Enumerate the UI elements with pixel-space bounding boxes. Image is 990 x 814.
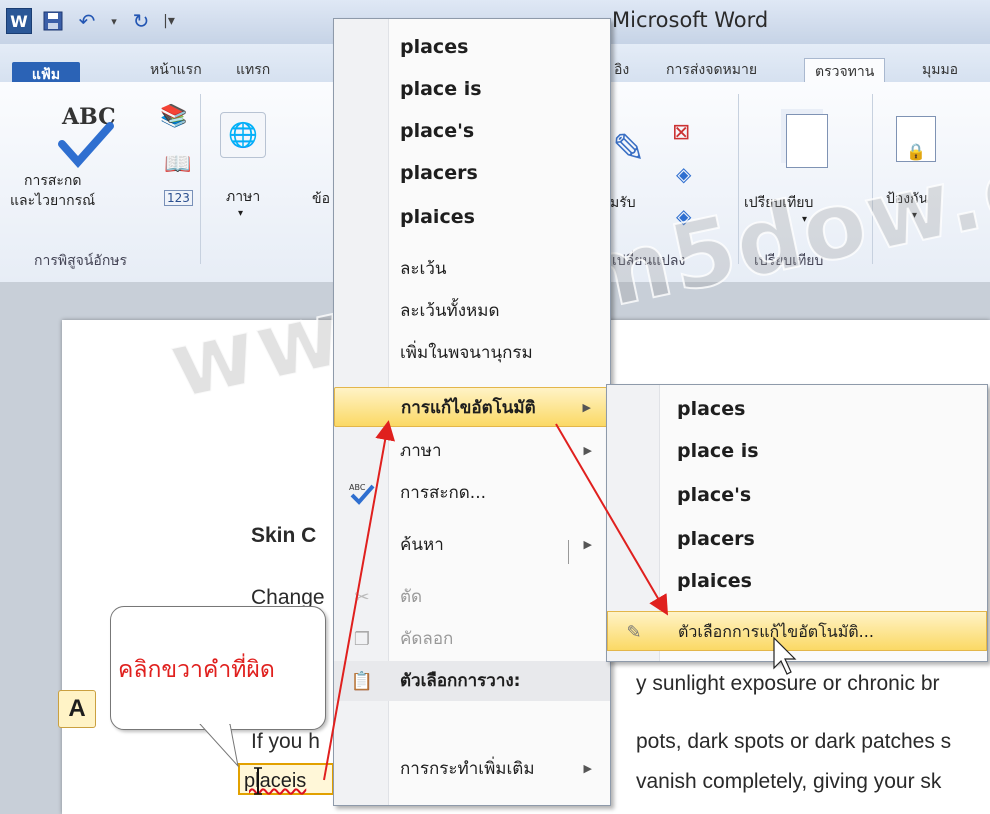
callout-text: คลิกขวาคำที่ผิด [118,657,275,683]
compare-document-icon [786,114,828,168]
abc-check-icon: ABC [58,104,116,168]
suggestion-item[interactable]: placers [334,153,610,193]
spelling-label: การสะกด... [400,483,487,503]
tab-home[interactable]: หน้าแรก [140,56,212,84]
suggestion-label: places [400,36,469,58]
tab-review[interactable]: ตรวจทาน [804,58,886,85]
ignore-all-item[interactable]: ละเว้นทั้งหมด [334,291,610,331]
paste-options-label: ตัวเลือกการวาง: [400,671,521,691]
misspelled-word[interactable]: placeis [238,763,334,795]
undo-dropdown-icon[interactable]: ▾ [108,8,120,34]
additional-actions-label: การกระทำเพิ่มเติม [400,759,535,779]
autocorrect-item[interactable]: การแก้ไขอัตโนมัติ ▶ [334,387,610,427]
word-logo-icon[interactable]: W [6,8,32,34]
autocorrect-suggestion-label: place's [677,484,752,506]
previous-change-icon[interactable]: ◈ [676,162,691,186]
callout-pointer [199,724,239,768]
paste-icon: 📋 [350,670,374,692]
additional-actions-item[interactable]: การกระทำเพิ่มเติม ▶ [334,749,610,789]
suggestion-label: plaices [400,206,475,228]
customize-qat-icon[interactable]: |▾ [162,8,176,34]
split-divider [568,540,569,564]
research-icon[interactable]: 📚 [160,104,187,129]
context-menu: places place is place's placers plaices … [333,18,611,806]
autocorrect-suggestion-item[interactable]: place is [607,431,987,471]
window-title: Microsoft Word [612,8,769,32]
document-heading: Skin C [251,524,317,547]
copy-icon: ❐ [353,628,371,650]
autocorrect-suggestion-label: place is [677,440,759,462]
globe-icon: 🌐 [220,112,266,158]
spelling-item[interactable]: ABC การสะกด... [334,473,610,513]
quick-access-toolbar: W ↶ ▾ ↻ |▾ [6,6,176,36]
track-changes-icon[interactable]: ✎ [612,126,646,172]
suggestion-item[interactable]: places [334,27,610,67]
document-text-line: y sunlight exposure or chronic br [636,672,940,695]
submenu-arrow-icon: ▶ [582,401,591,414]
ignore-item[interactable]: ละเว้น [334,249,610,289]
autocorrect-suggestion-label: plaices [677,570,752,592]
document-text-line: vanish completely, giving your sk [636,770,942,793]
suggestion-label: placers [400,162,478,184]
save-icon[interactable] [40,8,66,34]
suggestion-item[interactable]: place is [334,69,610,109]
svg-text:ABC: ABC [349,483,366,492]
suggestion-item[interactable]: place's [334,111,610,151]
document-text-line: pots, dark spots or dark patches s [636,730,952,753]
reject-icon[interactable]: ⊠ [672,120,690,145]
lookup-label: ค้นหา [400,535,444,555]
language-label: ภาษา [226,189,261,205]
suggestion-label: place is [400,78,482,100]
group-separator [200,94,201,264]
autocorrect-suggestion-item[interactable]: placers [607,519,987,559]
tab-insert[interactable]: แทรก [226,56,280,84]
proofing-group-label: การพิสูจน์อักษร [34,253,128,269]
submenu-arrow-icon: ▶ [583,538,592,551]
language-label: ภาษา [400,441,442,461]
autocorrect-suggestion-item[interactable]: plaices [607,561,987,601]
submenu-arrow-icon: ▶ [583,444,592,457]
ignore-label: ละเว้น [400,259,447,279]
cut-label: ตัด [400,587,423,607]
copy-item[interactable]: ❐ คัดลอก [334,619,610,659]
truncated-label: ข้อ [312,191,330,207]
redo-icon[interactable]: ↻ [128,8,154,34]
autocorrect-options-label: ตัวเลือกการแก้ไขอัตโนมัติ... [678,622,874,641]
thesaurus-icon[interactable]: 📖 [164,152,191,177]
submenu-arrow-icon: ▶ [583,762,592,775]
paste-keep-text-only-button[interactable]: A [58,690,96,728]
language-item[interactable]: ภาษา ▶ [334,431,610,471]
autocorrect-options-icon: ✎ [626,621,642,643]
cut-item[interactable]: ✂ ตัด [334,577,610,617]
chevron-down-icon: ▾ [238,208,244,219]
misspelled-word-text: placeis [244,770,307,792]
language-button[interactable]: 🌐 ภาษา ▾ [212,102,272,232]
autocorrect-suggestion-item[interactable]: places [607,389,987,429]
document-text-line: If you h [251,730,320,753]
suggestion-item[interactable]: plaices [334,197,610,237]
spelling-grammar-button[interactable]: ABC การสะกด และไวยากรณ์ [10,90,150,240]
add-to-dictionary-item[interactable]: เพิ่มในพจนานุกรม [334,333,610,373]
autocorrect-options-item[interactable]: ✎ ตัวเลือกการแก้ไขอัตโนมัติ... [607,611,987,651]
tab-mailings[interactable]: การส่งจดหมาย [656,56,767,84]
suggestion-label: place's [400,120,475,142]
autocorrect-label: การแก้ไขอัตโนมัติ [401,398,536,418]
autocorrect-submenu: places place is place's placers plaices … [606,384,988,662]
accept-label[interactable]: มรับ [610,192,636,214]
undo-icon[interactable]: ↶ [74,8,100,34]
spelling-label-1: การสะกด [24,173,82,189]
cut-icon: ✂ [354,586,370,608]
tab-view[interactable]: มุมมอ [912,56,968,84]
autocorrect-suggestion-label: places [677,398,746,420]
ignore-all-label: ละเว้นทั้งหมด [400,301,500,321]
autocorrect-suggestion-item[interactable]: place's [607,475,987,515]
paste-options-header: 📋 ตัวเลือกการวาง: [334,661,610,701]
autocorrect-suggestion-label: placers [677,528,755,550]
spelling-check-icon: ABC [348,479,376,507]
add-to-dictionary-label: เพิ่มในพจนานุกรม [400,343,533,363]
copy-label: คัดลอก [400,629,454,649]
word-count-icon[interactable]: 123 [164,190,193,206]
spelling-label-2: และไวยากรณ์ [10,193,96,209]
